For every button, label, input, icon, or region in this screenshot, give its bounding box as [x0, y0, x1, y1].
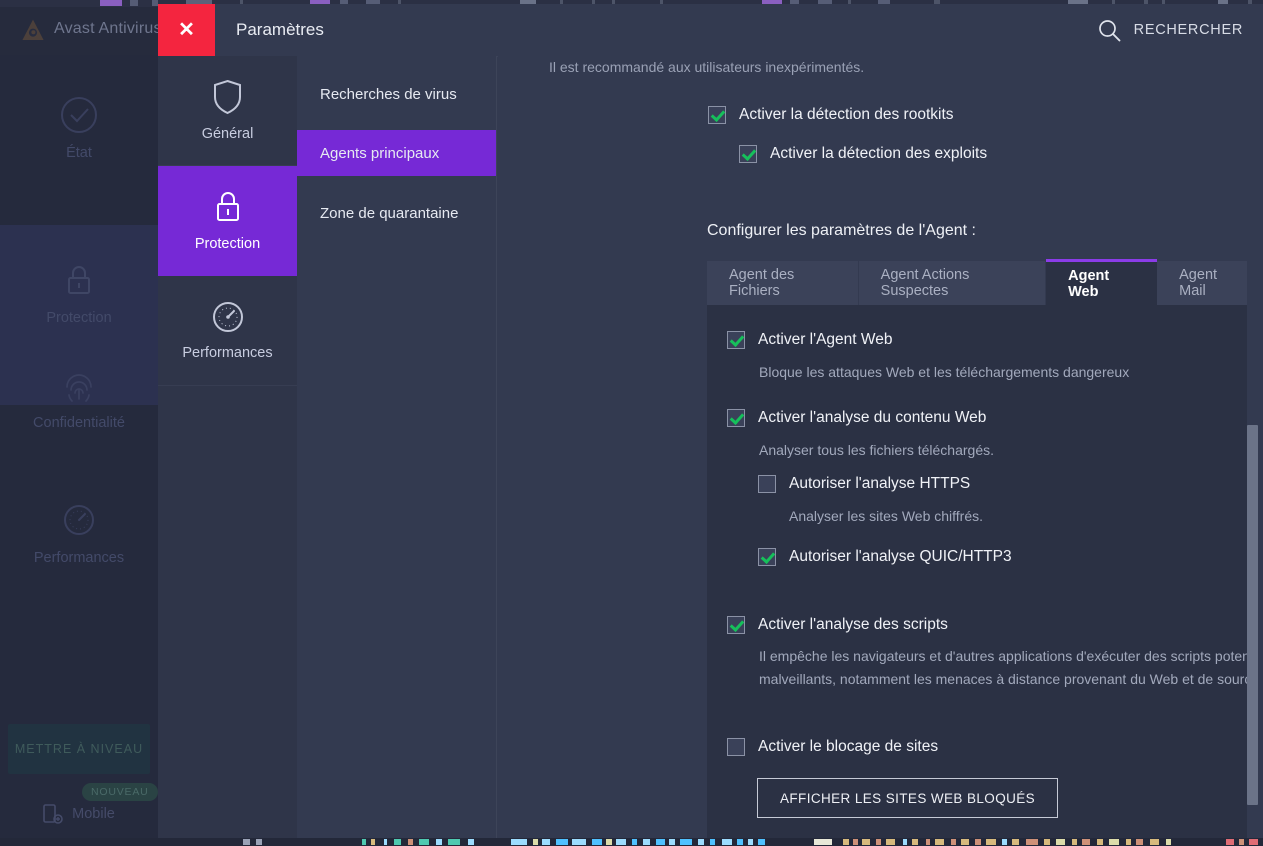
- speedometer-icon: [64, 505, 94, 535]
- checkbox-exploits[interactable]: [739, 145, 757, 163]
- settings-content: Il est recommandé aux utilisateurs inexp…: [498, 56, 1263, 840]
- avast-window-title: Avast Antivirus: [54, 20, 162, 37]
- settings-nav-label: Protection: [194, 236, 261, 252]
- search-label: RECHERCHER: [1133, 22, 1243, 38]
- checkbox-rootkits-label: Activer la détection des rootkits: [739, 106, 954, 123]
- tab-agent-actions-suspectes[interactable]: Agent Actions Suspectes: [858, 261, 1047, 305]
- checkbox-row-exploits[interactable]: Activer la détection des exploits: [739, 145, 987, 163]
- checkbox-content-scan-label: Activer l'analyse du contenu Web: [758, 409, 987, 426]
- tab-label: Agent Web: [1068, 267, 1110, 300]
- checkbox-enable-web-agent-label: Activer l'Agent Web: [758, 331, 893, 348]
- script-scan-desc: Il empêche les navigateurs et d'autres a…: [759, 648, 1263, 687]
- checkbox-enable-web-agent[interactable]: [727, 331, 745, 349]
- checkbox-row-content-scan[interactable]: Activer l'analyse du contenu Web: [727, 409, 986, 427]
- settings-nav-general[interactable]: Général: [158, 56, 297, 166]
- settings-sub-nav: Recherches de virus Agents principaux Zo…: [297, 56, 497, 840]
- mobile-device-icon: [43, 804, 63, 824]
- avast-nav-label: Protection: [46, 310, 112, 326]
- inexperienced-users-hint: Il est recommandé aux utilisateurs inexp…: [549, 59, 865, 75]
- agent-settings-title: Configurer les paramètres de l'Agent :: [707, 222, 976, 239]
- settings-nav-performances[interactable]: Performances: [158, 276, 297, 386]
- shield-icon: [214, 79, 241, 115]
- avast-nav-label: Confidentialité: [33, 415, 125, 431]
- agent-tabbar: Agent des Fichiers Agent Actions Suspect…: [707, 259, 1263, 305]
- avast-nav-etat[interactable]: État: [0, 95, 158, 161]
- checkbox-site-blocking-label: Activer le blocage de sites: [758, 738, 939, 755]
- mobile-nav-label: Mobile: [72, 806, 115, 822]
- checkbox-row-site-blocking[interactable]: Activer le blocage de sites: [727, 738, 938, 756]
- https-scan-desc: Analyser les sites Web chiffrés.: [789, 508, 984, 524]
- tab-label: Agent Actions Suspectes: [880, 267, 970, 299]
- tab-agent-des-fichiers[interactable]: Agent des Fichiers: [707, 261, 859, 305]
- avast-nav-performances[interactable]: Performances: [0, 500, 158, 566]
- checkbox-quic-scan[interactable]: [758, 548, 776, 566]
- sub-nav-label: Recherches de virus: [320, 85, 457, 103]
- checkbox-rootkits[interactable]: [708, 106, 726, 124]
- settings-nav-protection[interactable]: Protection: [158, 166, 297, 276]
- sub-nav-item-agents-principaux[interactable]: Agents principaux: [297, 130, 496, 176]
- content-scan-desc: Analyser tous les fichiers téléchargés.: [759, 442, 994, 458]
- agent-web-panel: Activer l'Agent Web Bloque les attaques …: [707, 305, 1263, 840]
- avast-nav-confidentialite[interactable]: Confidentialité: [0, 365, 158, 431]
- checkbox-quic-scan-label: Autoriser l'analyse QUIC/HTTP3: [789, 548, 1012, 565]
- close-icon: ✕: [178, 19, 195, 41]
- checkbox-row-rootkits[interactable]: Activer la détection des rootkits: [708, 106, 954, 124]
- sub-nav-item-recherches-de-virus[interactable]: Recherches de virus: [297, 71, 496, 117]
- avast-nav-label: État: [66, 145, 92, 161]
- screen: Avast Antivirus État Protection Confiden…: [0, 0, 1263, 846]
- fingerprint-icon: [66, 374, 92, 402]
- sub-nav-item-zone-de-quarantaine[interactable]: Zone de quarantaine: [297, 190, 496, 236]
- checkbox-row-enable-web-agent[interactable]: Activer l'Agent Web: [727, 331, 892, 349]
- checkbox-row-quic-scan[interactable]: Autoriser l'analyse QUIC/HTTP3: [758, 548, 1012, 566]
- tab-label: Agent des Fichiers: [729, 267, 795, 299]
- settings-header: ✕ Paramètres RECHERCHER: [158, 4, 1263, 57]
- search-button[interactable]: RECHERCHER: [1097, 15, 1243, 45]
- sub-nav-label: Zone de quarantaine: [320, 204, 459, 222]
- search-icon: [1098, 19, 1121, 41]
- checkbox-row-https-scan[interactable]: Autoriser l'analyse HTTPS: [758, 475, 970, 493]
- show-blocked-sites-button[interactable]: AFFICHER LES SITES WEB BLOQUÉS: [757, 778, 1059, 818]
- settings-nav-label: Performances: [182, 345, 273, 361]
- tab-label: Agent Mail: [1179, 267, 1218, 299]
- lock-icon: [68, 266, 90, 294]
- upgrade-button[interactable]: METTRE À NIVEAU: [8, 724, 150, 774]
- checkbox-https-scan-label: Autoriser l'analyse HTTPS: [789, 475, 971, 492]
- avast-sidebar: État Protection Confidentialité Performa…: [0, 55, 158, 840]
- mobile-nav-item[interactable]: Mobile: [0, 803, 158, 825]
- avast-logo-icon: [22, 19, 44, 40]
- dialog-title: Paramètres: [236, 20, 324, 39]
- checkbox-https-scan[interactable]: [758, 475, 776, 493]
- settings-nav-label: Général: [201, 126, 254, 142]
- checkbox-script-scan[interactable]: [727, 616, 745, 634]
- lock-icon: [216, 192, 239, 221]
- checkbox-row-script-scan[interactable]: Activer l'analyse des scripts: [727, 616, 948, 634]
- speedometer-icon: [212, 302, 243, 332]
- desktop-bottom-strip: [0, 838, 1263, 846]
- settings-primary-nav: Général Protection Performances: [158, 56, 297, 840]
- check-circle-icon: [61, 97, 97, 133]
- enable-web-agent-desc: Bloque les attaques Web et les télécharg…: [759, 364, 1130, 380]
- checkbox-script-scan-label: Activer l'analyse des scripts: [758, 616, 948, 633]
- content-scrollbar-thumb[interactable]: [1247, 425, 1258, 805]
- new-badge: NOUVEAU: [82, 783, 158, 801]
- avast-nav-label: Performances: [33, 550, 125, 566]
- tab-agent-web[interactable]: Agent Web: [1046, 259, 1158, 305]
- checkbox-content-scan[interactable]: [727, 409, 745, 427]
- sub-nav-label: Agents principaux: [320, 144, 440, 162]
- checkbox-site-blocking[interactable]: [727, 738, 745, 756]
- close-button[interactable]: ✕: [158, 4, 215, 56]
- settings-dialog: ✕ Paramètres RECHERCHER Général Protecti…: [158, 4, 1263, 840]
- checkbox-exploits-label: Activer la détection des exploits: [770, 145, 988, 162]
